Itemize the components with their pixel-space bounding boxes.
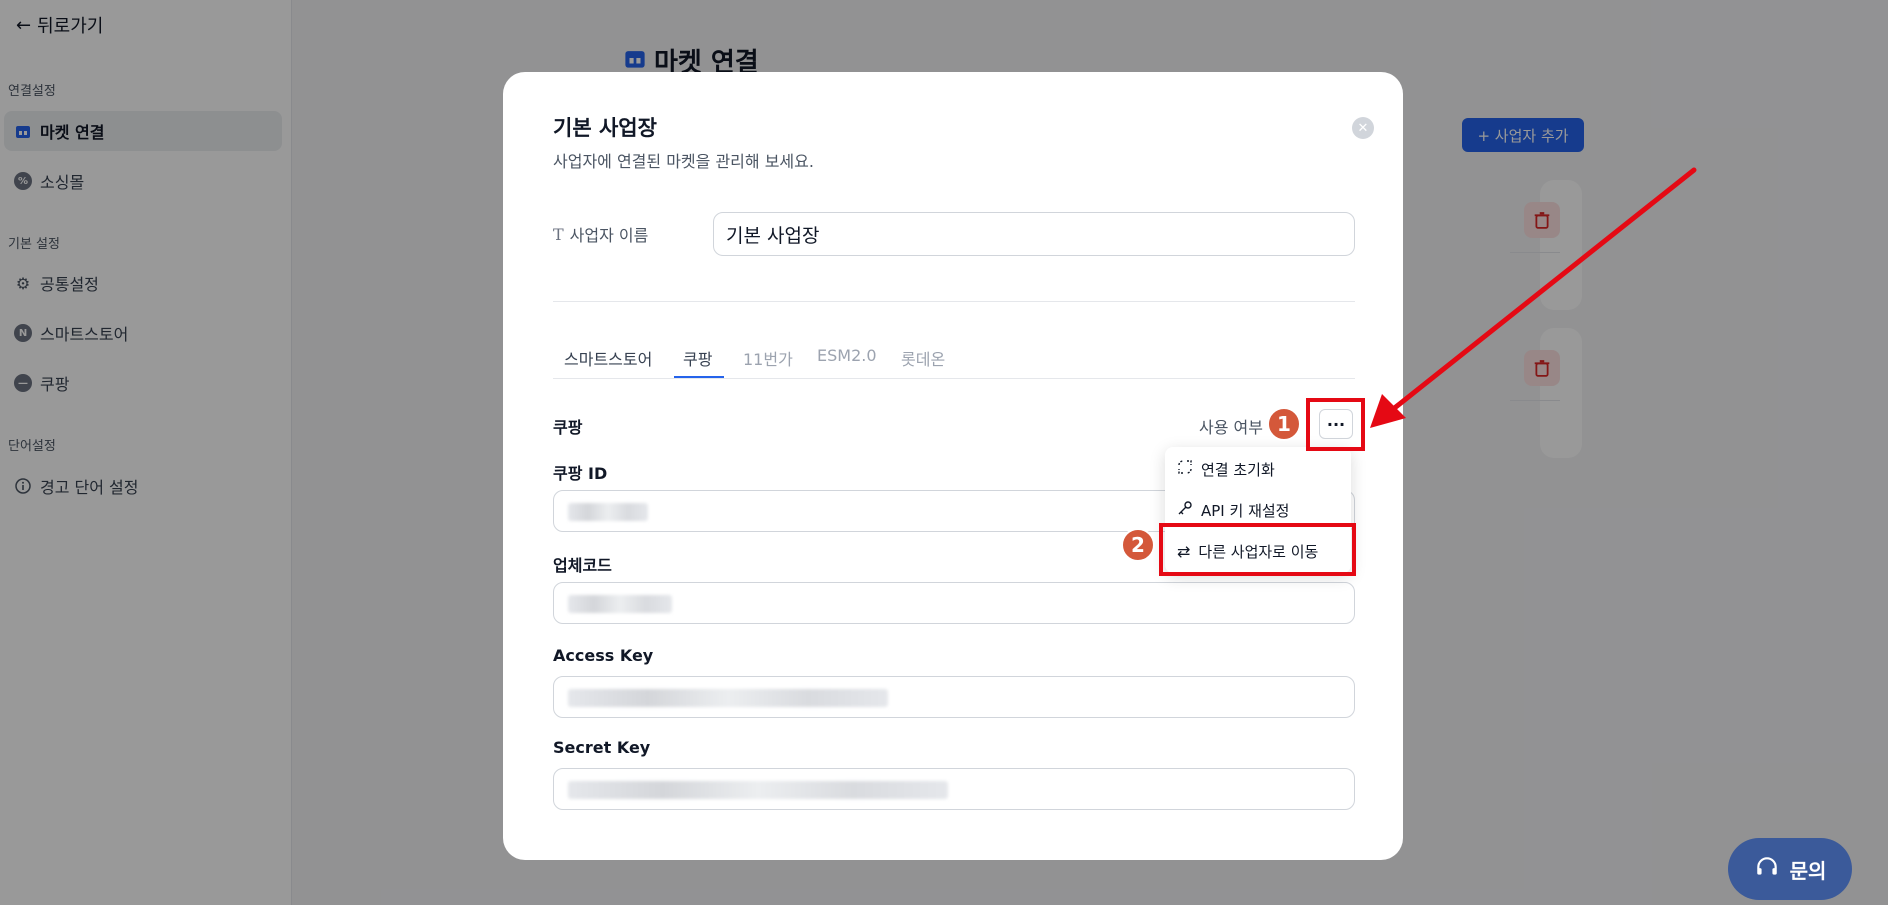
annotation-arrow bbox=[1370, 167, 1697, 428]
